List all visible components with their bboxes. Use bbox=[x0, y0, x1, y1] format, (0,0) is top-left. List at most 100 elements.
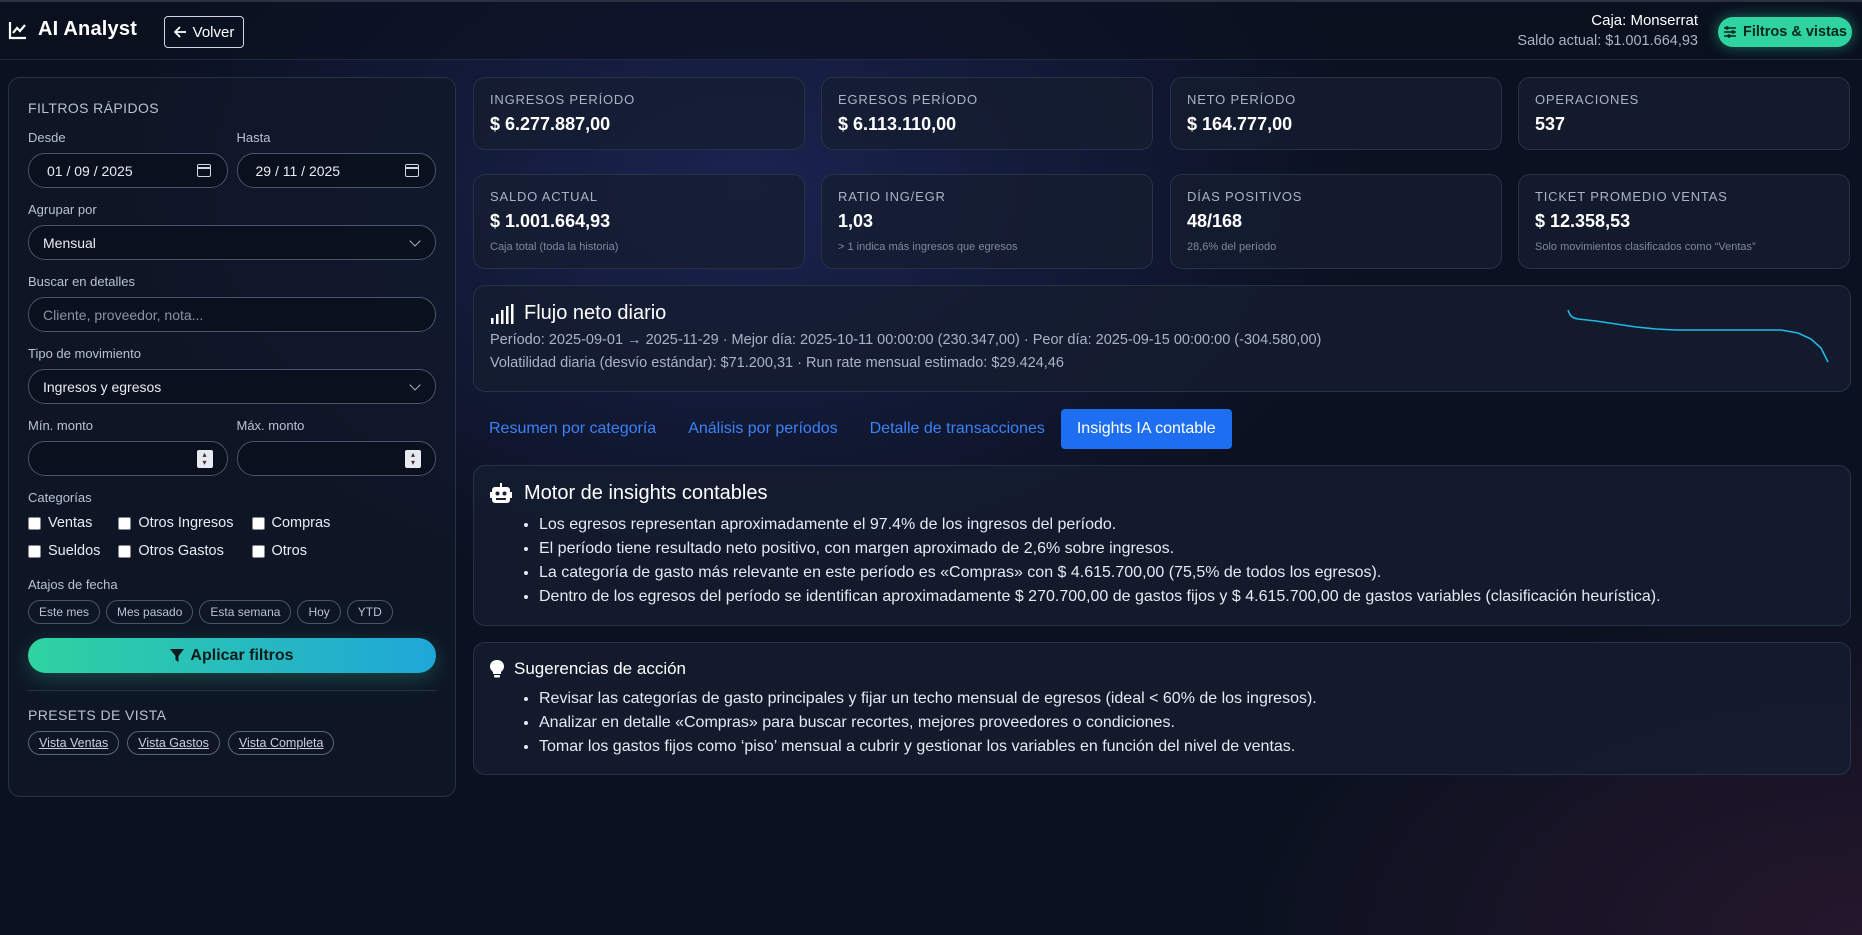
tipo-value: Ingresos y egresos bbox=[43, 378, 162, 395]
preset-vista-gastos[interactable]: Vista Gastos bbox=[127, 731, 220, 755]
category-label: Otros Gastos bbox=[138, 543, 224, 559]
agrupar-select[interactable]: Mensual bbox=[28, 225, 436, 260]
divider bbox=[28, 690, 436, 691]
tab-analisis-periodos[interactable]: Análisis por períodos bbox=[672, 409, 853, 449]
agrupar-label: Agrupar por bbox=[28, 202, 97, 217]
kpi-ingresos: INGRESOS PERÍODO $ 6.277.887,00 bbox=[473, 77, 805, 150]
kpi-label: EGRESOS PERÍODO bbox=[838, 92, 978, 107]
signal-bars-icon bbox=[491, 303, 514, 324]
tipo-select[interactable]: Ingresos y egresos bbox=[28, 369, 436, 404]
desde-date-input[interactable]: 01 / 09 / 2025 bbox=[28, 153, 228, 188]
kpi-label: NETO PERÍODO bbox=[1187, 92, 1297, 107]
category-checkbox-otros-ingresos[interactable]: Otros Ingresos bbox=[118, 515, 234, 531]
apply-label: Aplicar filtros bbox=[190, 646, 294, 664]
checkbox[interactable] bbox=[251, 516, 265, 530]
preset-vista-ventas[interactable]: Vista Ventas bbox=[28, 731, 120, 755]
tipo-label: Tipo de movimiento bbox=[28, 346, 141, 361]
sugerencias-title-row: Sugerencias de acción bbox=[490, 659, 1834, 679]
kpi-value: 1,03 bbox=[838, 211, 874, 231]
calendar-icon[interactable] bbox=[405, 164, 419, 177]
checkbox[interactable] bbox=[28, 544, 41, 558]
kpi-value: $ 12.358,53 bbox=[1535, 211, 1631, 231]
categorias-label: Categorías bbox=[28, 490, 92, 505]
filtros-vistas-button[interactable]: Filtros & vistas bbox=[1718, 17, 1852, 47]
kpi-label: RATIO ING/EGR bbox=[838, 189, 946, 204]
view-tabs: Resumen por categoría Análisis por perío… bbox=[473, 409, 1232, 449]
min-monto-input[interactable]: ▴ ▾ bbox=[28, 441, 228, 476]
atajo-chip[interactable]: YTD bbox=[346, 600, 393, 624]
kpi-value: $ 6.277.887,00 bbox=[490, 114, 611, 134]
arrow-left-icon bbox=[173, 26, 186, 38]
checkbox[interactable] bbox=[118, 516, 132, 530]
insights-list: Los egresos representan aproximadamente … bbox=[539, 513, 1834, 609]
number-spinner[interactable]: ▴ ▾ bbox=[196, 450, 213, 468]
insights-title-row: Motor de insights contables bbox=[490, 482, 1834, 505]
number-spinner[interactable]: ▴ ▾ bbox=[405, 450, 421, 468]
list-item: El período tiene resultado neto positivo… bbox=[539, 537, 1834, 561]
insights-card: Motor de insights contables Los egresos … bbox=[473, 465, 1851, 626]
kpi-label: TICKET PROMEDIO VENTAS bbox=[1535, 189, 1728, 204]
app-header: AI Analyst Volver Caja: Monserrat Saldo … bbox=[0, 2, 1862, 60]
atajo-chip[interactable]: Esta semana bbox=[199, 600, 292, 624]
category-checkbox-otros-gastos[interactable]: Otros Gastos bbox=[118, 543, 233, 559]
kpi-value: $ 1.001.664,93 bbox=[490, 211, 611, 231]
checkbox[interactable] bbox=[251, 544, 265, 558]
caja-saldo: Saldo actual: $1.001.664,93 bbox=[1517, 33, 1698, 49]
apply-filters-button[interactable]: Aplicar filtros bbox=[28, 638, 436, 673]
back-button[interactable]: Volver bbox=[164, 16, 244, 48]
list-item: Tomar los gastos fijos como ‘piso’ mensu… bbox=[539, 735, 1834, 759]
filtros-label: Filtros & vistas bbox=[1743, 24, 1847, 40]
kpi-neto: NETO PERÍODO $ 164.777,00 bbox=[1170, 77, 1502, 150]
calendar-icon[interactable] bbox=[196, 164, 211, 177]
tab-detalle-transacciones[interactable]: Detalle de transacciones bbox=[854, 409, 1061, 449]
category-label: Compras bbox=[271, 515, 331, 531]
tab-insights-ia[interactable]: Insights IA contable bbox=[1060, 409, 1232, 449]
presets-title: PRESETS DE VISTA bbox=[28, 707, 167, 723]
presets-chips: Vista Ventas Vista Gastos Vista Completa bbox=[28, 731, 436, 755]
max-monto-input[interactable]: ▴ ▾ bbox=[236, 441, 436, 476]
sugerencias-card: Sugerencias de acción Revisar las catego… bbox=[473, 642, 1851, 775]
desde-value: 01 / 09 / 2025 bbox=[47, 162, 133, 179]
preset-vista-completa[interactable]: Vista Completa bbox=[227, 731, 335, 755]
min-label: Mín. monto bbox=[28, 418, 94, 433]
checkbox[interactable] bbox=[118, 544, 132, 558]
sidebar-title: FILTROS RÁPIDOS bbox=[28, 100, 159, 116]
desde-label: Desde bbox=[28, 130, 66, 145]
category-checkbox-ventas[interactable]: Ventas bbox=[28, 515, 100, 531]
back-label: Volver bbox=[192, 23, 235, 41]
tab-resumen-categoria[interactable]: Resumen por categoría bbox=[473, 409, 672, 449]
category-checkbox-sueldos[interactable]: Sueldos bbox=[28, 543, 100, 559]
flujo-sparkline bbox=[1567, 309, 1829, 363]
atajo-chip[interactable]: Mes pasado bbox=[106, 600, 194, 624]
sugerencias-title: Sugerencias de acción bbox=[514, 659, 687, 678]
max-label: Máx. monto bbox=[236, 418, 305, 433]
lightbulb-icon bbox=[490, 660, 504, 678]
search-placeholder: Cliente, proveedor, nota... bbox=[43, 306, 204, 323]
kpi-dias-positivos: DÍAS POSITIVOS 48/168 28,6% del período bbox=[1170, 174, 1502, 269]
kpi-label: INGRESOS PERÍODO bbox=[490, 92, 635, 107]
brand: AI Analyst bbox=[8, 18, 137, 41]
category-checkbox-compras[interactable]: Compras bbox=[251, 515, 331, 531]
chart-line-icon bbox=[8, 21, 26, 39]
kpi-value: $ 6.113.110,00 bbox=[838, 114, 957, 134]
kpi-note: > 1 indica más ingresos que egresos bbox=[838, 241, 1018, 253]
atajos-chips: Este mes Mes pasado Esta semana Hoy YTD bbox=[28, 600, 436, 624]
hasta-date-input[interactable]: 29 / 11 / 2025 bbox=[236, 153, 436, 188]
kpi-note: 28,6% del período bbox=[1187, 241, 1277, 253]
category-checkbox-otros[interactable]: Otros bbox=[251, 543, 331, 559]
chevron-down-icon bbox=[409, 379, 421, 391]
search-input[interactable]: Cliente, proveedor, nota... bbox=[28, 297, 436, 332]
kpi-ticket-promedio: TICKET PROMEDIO VENTAS $ 12.358,53 Solo … bbox=[1518, 174, 1850, 269]
kpi-label: OPERACIONES bbox=[1535, 92, 1640, 107]
checkbox[interactable] bbox=[28, 516, 41, 530]
buscar-label: Buscar en detalles bbox=[28, 274, 135, 289]
category-label: Otros Ingresos bbox=[138, 515, 234, 531]
atajos-label: Atajos de fecha bbox=[28, 577, 118, 592]
kpi-egresos: EGRESOS PERÍODO $ 6.113.110,00 bbox=[821, 77, 1153, 150]
sliders-icon bbox=[1724, 26, 1737, 38]
categorias-list: Ventas Otros Ingresos Compras Sueldos Ot… bbox=[28, 515, 436, 559]
atajo-chip[interactable]: Hoy bbox=[297, 600, 341, 624]
robot-icon bbox=[490, 482, 512, 503]
atajo-chip[interactable]: Este mes bbox=[28, 600, 101, 624]
app-title: AI Analyst bbox=[38, 18, 138, 40]
